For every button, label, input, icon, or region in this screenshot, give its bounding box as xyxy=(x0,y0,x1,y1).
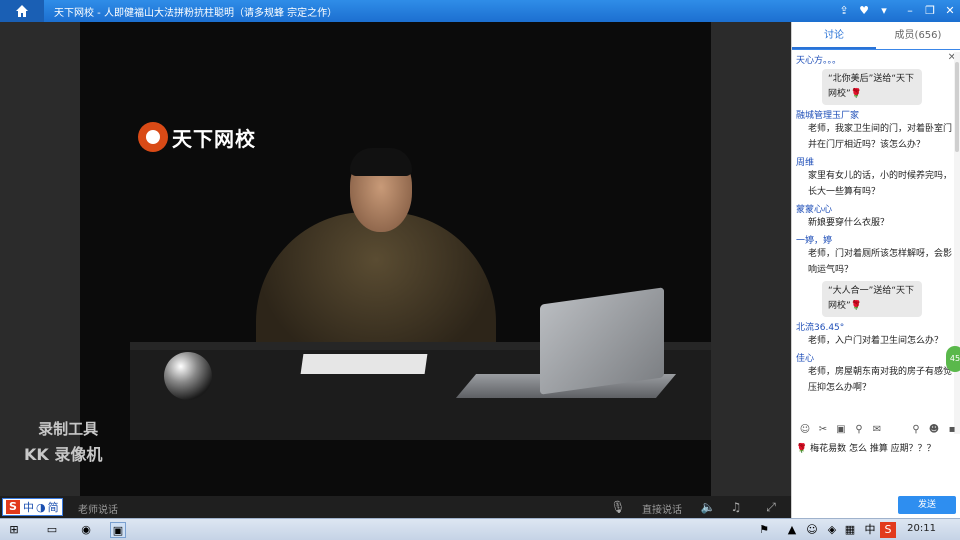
stamp-icon[interactable]: ⚲ xyxy=(850,424,868,435)
message-user[interactable]: 蒙蒙心心 xyxy=(796,202,957,215)
home-icon xyxy=(16,5,28,17)
image-icon[interactable]: ▣ xyxy=(832,424,850,435)
chat-toolbar: ☺ ✂ ▣ ⚲ ✉ ⚲ ☻ ▪ xyxy=(792,420,960,438)
sogou-icon: S xyxy=(6,500,20,514)
message-user[interactable]: 一婷，婷 xyxy=(796,233,957,246)
gift-icon[interactable]: ✉ xyxy=(868,424,886,435)
list-item: 周维 家里有女儿的话，小的时候养完吗，长大一些算有吗？ xyxy=(792,154,960,201)
chat-panel: 讨论 成员(656) ✕ 天心方。。。 “北你美后”送给“天下网校”🌹 融城管理… xyxy=(791,22,960,518)
crystal-ball xyxy=(164,352,212,400)
message-body: 老师，房屋朝东南对我的房子有感觉压抑怎么办啊？ xyxy=(808,367,953,393)
minimize-button[interactable]: – xyxy=(902,3,918,19)
recorder-watermark: 录制工具 KK 录像机 xyxy=(24,418,102,465)
scrollbar-thumb[interactable] xyxy=(955,62,959,152)
start-icon[interactable]: ⊞ xyxy=(6,522,22,538)
message-list: 天心方。。。 “北你美后”送给“天下网校”🌹 融城管理玉厂家 老师，我家卫生间的… xyxy=(792,52,960,434)
chat-input[interactable]: 🌹 梅花易数 怎么 推算 应期？？？ xyxy=(796,442,956,490)
user-icon[interactable]: ☻ xyxy=(925,424,943,435)
chevron-down-icon[interactable]: ▾ xyxy=(876,3,892,19)
presenter-hair xyxy=(350,148,412,176)
taskbar-clock: 20:11 xyxy=(907,523,936,534)
pin-icon[interactable]: ⚲ xyxy=(907,424,925,435)
ime-simp: 简 xyxy=(47,501,59,514)
list-item: 天心方。。。 xyxy=(792,52,960,67)
list-item: 佳心 老师，房屋朝东南对我的房子有感觉压抑怎么办啊？ xyxy=(792,350,960,397)
send-button[interactable]: 发送 xyxy=(898,496,956,514)
tray-app-icon[interactable]: ▲ xyxy=(784,522,800,538)
chat-tabs: 讨论 成员(656) xyxy=(792,22,960,50)
app-window: 天下网校 - 人即健福山大法拼粉抗柱聪明（请多规蜂 宗定之作） ⇪ ♥ ▾ – … xyxy=(0,0,960,540)
list-item: 融城管理玉厂家 老师，我家卫生间的门，对着卧室门并在门厅相近吗？该怎么办？ xyxy=(792,107,960,154)
chat-scrollbar[interactable] xyxy=(954,52,960,434)
tray-network-icon[interactable]: ◈ xyxy=(824,522,840,538)
browser-icon[interactable]: ◉ xyxy=(78,522,94,538)
tray-ime-icon[interactable]: 中 xyxy=(862,522,878,538)
microphone-icon[interactable]: 🎙 xyxy=(610,499,626,515)
favorite-icon[interactable]: ♥ xyxy=(856,3,872,19)
ime-indicator[interactable]: S 中 ◑ 简 xyxy=(2,498,63,516)
video-control-bar: S 中 ◑ 简 老师说话 🎙 直接说话 🔈 ♫ ⤢ xyxy=(0,496,791,518)
gift-notice: “北你美后”送给“天下网校”🌹 xyxy=(822,69,922,105)
message-user[interactable]: 融城管理玉厂家 xyxy=(796,108,957,121)
school-logo: 天下网校 xyxy=(138,122,256,152)
list-item: 一婷，婷 老师，门对着厕所该怎样解呀，会影响运气吗？ xyxy=(792,232,960,279)
fullscreen-icon[interactable]: ⤢ xyxy=(763,499,779,515)
watermark-line2: KK 录像机 xyxy=(24,445,103,464)
message-user[interactable]: 佳心 xyxy=(796,351,957,364)
message-body: 老师，门对着厕所该怎样解呀，会影响运气吗？ xyxy=(808,249,953,275)
ime-zh: 中 xyxy=(23,501,34,514)
message-user[interactable]: 天心方。。。 xyxy=(796,53,957,66)
window-title: 天下网校 - 人即健福山大法拼粉抗柱聪明（请多规蜂 宗定之作） xyxy=(54,8,338,19)
camera-icon[interactable]: ▪ xyxy=(943,424,960,435)
tray-user-icon[interactable]: ☺ xyxy=(804,522,820,538)
message-body: 老师，我家卫生间的门，对着卧室门并在门厅相近吗？该怎么办？ xyxy=(808,124,953,150)
tray-flag-icon[interactable]: ⚑ xyxy=(756,522,772,538)
restore-button[interactable]: ❐ xyxy=(922,3,938,19)
message-user[interactable]: 北流36.45° xyxy=(796,320,957,333)
moon-icon: ◑ xyxy=(36,500,46,514)
message-body: 老师，入户门对着卫生间怎么办？ xyxy=(808,336,944,346)
video-player[interactable]: 天下网校 xyxy=(80,22,711,496)
tray-screen-icon[interactable]: ▦ xyxy=(842,522,858,538)
tab-members[interactable]: 成员(656) xyxy=(876,22,960,49)
laptop xyxy=(540,287,664,395)
emoji-icon[interactable]: ☺ xyxy=(796,424,814,435)
chat-input-text: 梅花易数 怎么 推算 应期？？？ xyxy=(810,444,936,454)
message-user[interactable]: 周维 xyxy=(796,155,957,168)
list-item: 蒙蒙心心 新娘要穿什么衣服？ xyxy=(792,201,960,232)
list-item: 北流36.45° 老师，入户门对着卫生间怎么办？ xyxy=(792,319,960,350)
title-bar: 天下网校 - 人即健福山大法拼粉抗柱聪明（请多规蜂 宗定之作） ⇪ ♥ ▾ – … xyxy=(0,0,960,22)
tray-sogou-icon[interactable]: S xyxy=(880,522,896,538)
scissors-icon[interactable]: ✂ xyxy=(814,424,832,435)
paper xyxy=(300,354,428,374)
rose-icon: 🌹 xyxy=(796,444,808,454)
message-body: 新娘要穿什么衣服？ xyxy=(808,218,890,228)
taskbar: ⊞ ▭ ◉ ▣ ⚑ ▲ ☺ ◈ ▦ 中 S 20:11 xyxy=(0,518,960,540)
watermark-line1: 录制工具 xyxy=(38,420,99,438)
home-button[interactable] xyxy=(0,0,44,22)
logo-text: 天下网校 xyxy=(172,126,256,151)
direct-speak-button[interactable]: 直接说话 xyxy=(642,501,682,516)
video-letterbox-right xyxy=(711,22,791,496)
share-icon[interactable]: ⇪ xyxy=(836,3,852,19)
close-button[interactable]: ✕ xyxy=(942,3,958,19)
tab-discussion[interactable]: 讨论 xyxy=(792,22,876,49)
folder-icon[interactable]: ▭ xyxy=(44,522,60,538)
logo-icon xyxy=(138,122,168,152)
speak-placeholder[interactable]: 老师说话 xyxy=(78,501,118,516)
floating-badge[interactable]: 45 xyxy=(946,346,960,372)
message-body: 家里有女儿的话，小的时候养完吗，长大一些算有吗？ xyxy=(808,171,953,197)
volume-icon[interactable]: 🔈 xyxy=(700,499,716,515)
app-taskbar-icon[interactable]: ▣ xyxy=(110,522,126,538)
music-icon[interactable]: ♫ xyxy=(728,499,744,515)
gift-notice: “大人合一”送给“天下网校”🌹 xyxy=(822,281,922,317)
